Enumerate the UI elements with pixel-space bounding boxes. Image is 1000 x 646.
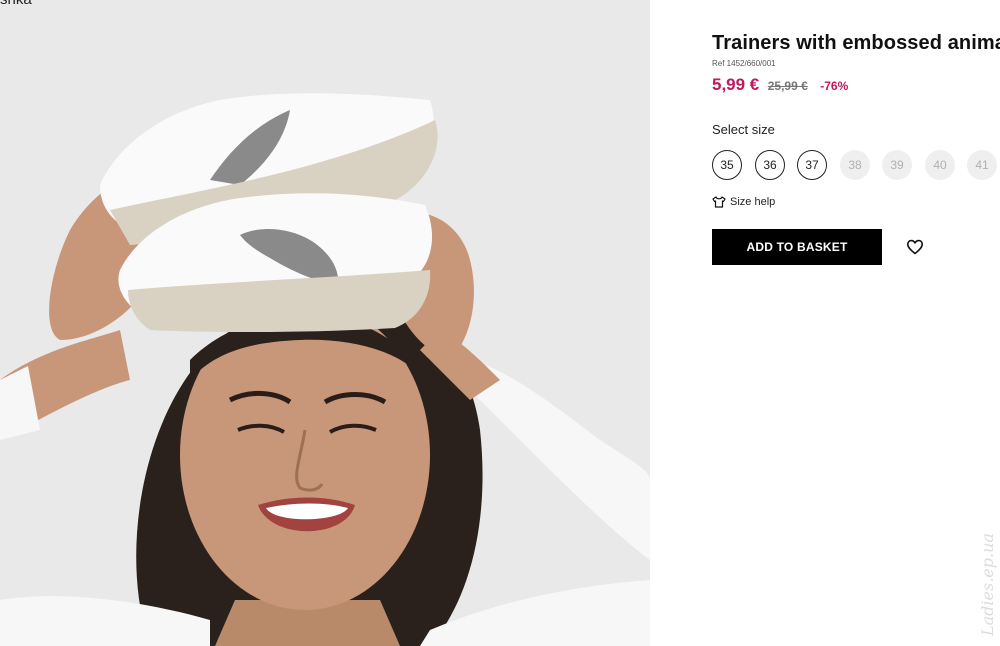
size-option-40[interactable]: 40 — [925, 150, 955, 180]
product-ref: Ref 1452/660/001 — [712, 59, 776, 68]
size-option-37[interactable]: 37 — [797, 150, 827, 180]
current-price: 5,99 € — [712, 75, 760, 94]
original-price: 25,99 € — [767, 79, 808, 93]
tshirt-icon — [712, 196, 726, 208]
product-photo-illustration — [0, 93, 650, 646]
product-info-panel: Trainers with embossed animal pr Ref 145… — [712, 0, 1000, 646]
add-to-basket-button[interactable]: ADD TO BASKET — [712, 229, 882, 265]
size-help-link[interactable]: Size help — [712, 196, 775, 208]
size-option-41[interactable]: 41 — [967, 150, 997, 180]
size-option-38[interactable]: 38 — [840, 150, 870, 180]
size-selector-label: Select size — [712, 122, 775, 137]
size-option-39[interactable]: 39 — [882, 150, 912, 180]
size-option-36[interactable]: 36 — [755, 150, 785, 180]
product-photo: shka — [0, 0, 650, 646]
image-alt-text: shka — [0, 0, 32, 8]
price-row: 5,99 € 25,99 € -76% — [712, 75, 848, 95]
watermark: Ladies.ep.ua — [978, 533, 997, 636]
product-title: Trainers with embossed animal pr — [712, 32, 1000, 54]
heart-icon[interactable] — [906, 238, 924, 256]
discount-badge: -76% — [820, 79, 849, 93]
size-option-35[interactable]: 35 — [712, 150, 742, 180]
size-help-label: Size help — [730, 196, 776, 208]
